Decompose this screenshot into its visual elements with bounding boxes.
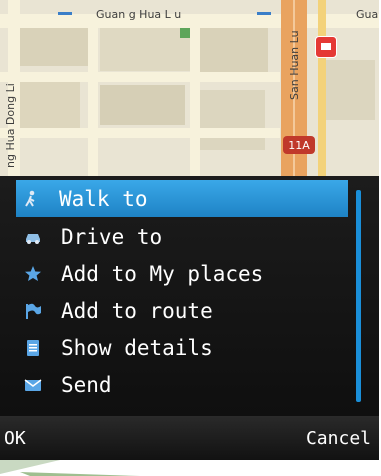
walk-icon xyxy=(21,189,41,209)
menu-item-label: Send xyxy=(61,372,112,397)
road-label-guang-hua-lu: Guan g Hua L u xyxy=(96,8,182,21)
menu-item-add-to-route[interactable]: Add to route xyxy=(18,292,350,329)
menu-item-send[interactable]: Send xyxy=(18,366,350,403)
document-icon xyxy=(23,338,43,358)
star-icon xyxy=(23,264,43,284)
phone-screen: Guan g Hua L u Gua San Huan Lu ng Hua Do… xyxy=(0,0,379,460)
context-menu: Walk to Drive to Add to My places Add to… xyxy=(0,176,379,416)
menu-item-show-details[interactable]: Show details xyxy=(18,329,350,366)
menu-item-walk-to[interactable]: Walk to xyxy=(16,180,348,217)
flag-icon xyxy=(23,301,43,321)
menu-item-label: Walk to xyxy=(59,186,148,211)
envelope-icon xyxy=(23,375,43,395)
map-canvas xyxy=(0,0,379,176)
menu-item-add-to-my-places[interactable]: Add to My places xyxy=(18,255,350,292)
road-label-top-right: Gua xyxy=(356,8,379,21)
menu-item-label: Add to My places xyxy=(61,261,264,286)
menu-item-label: Add to route xyxy=(61,298,213,323)
poi-marker-icon[interactable] xyxy=(315,36,337,58)
menu-scrollbar[interactable] xyxy=(356,190,361,402)
menu-item-drive-to[interactable]: Drive to xyxy=(18,218,350,255)
road-label-hua-dong-li: ng Hua Dong Li xyxy=(4,83,17,168)
menu-item-label: Show details xyxy=(61,335,213,360)
car-icon xyxy=(23,227,43,247)
road-label-san-huan-lu: San Huan Lu xyxy=(288,30,301,100)
route-badge: 11A xyxy=(283,136,315,154)
map-view[interactable]: Guan g Hua L u Gua San Huan Lu ng Hua Do… xyxy=(0,0,379,176)
menu-item-label: Drive to xyxy=(61,224,163,249)
page-fold-decoration xyxy=(0,460,140,476)
